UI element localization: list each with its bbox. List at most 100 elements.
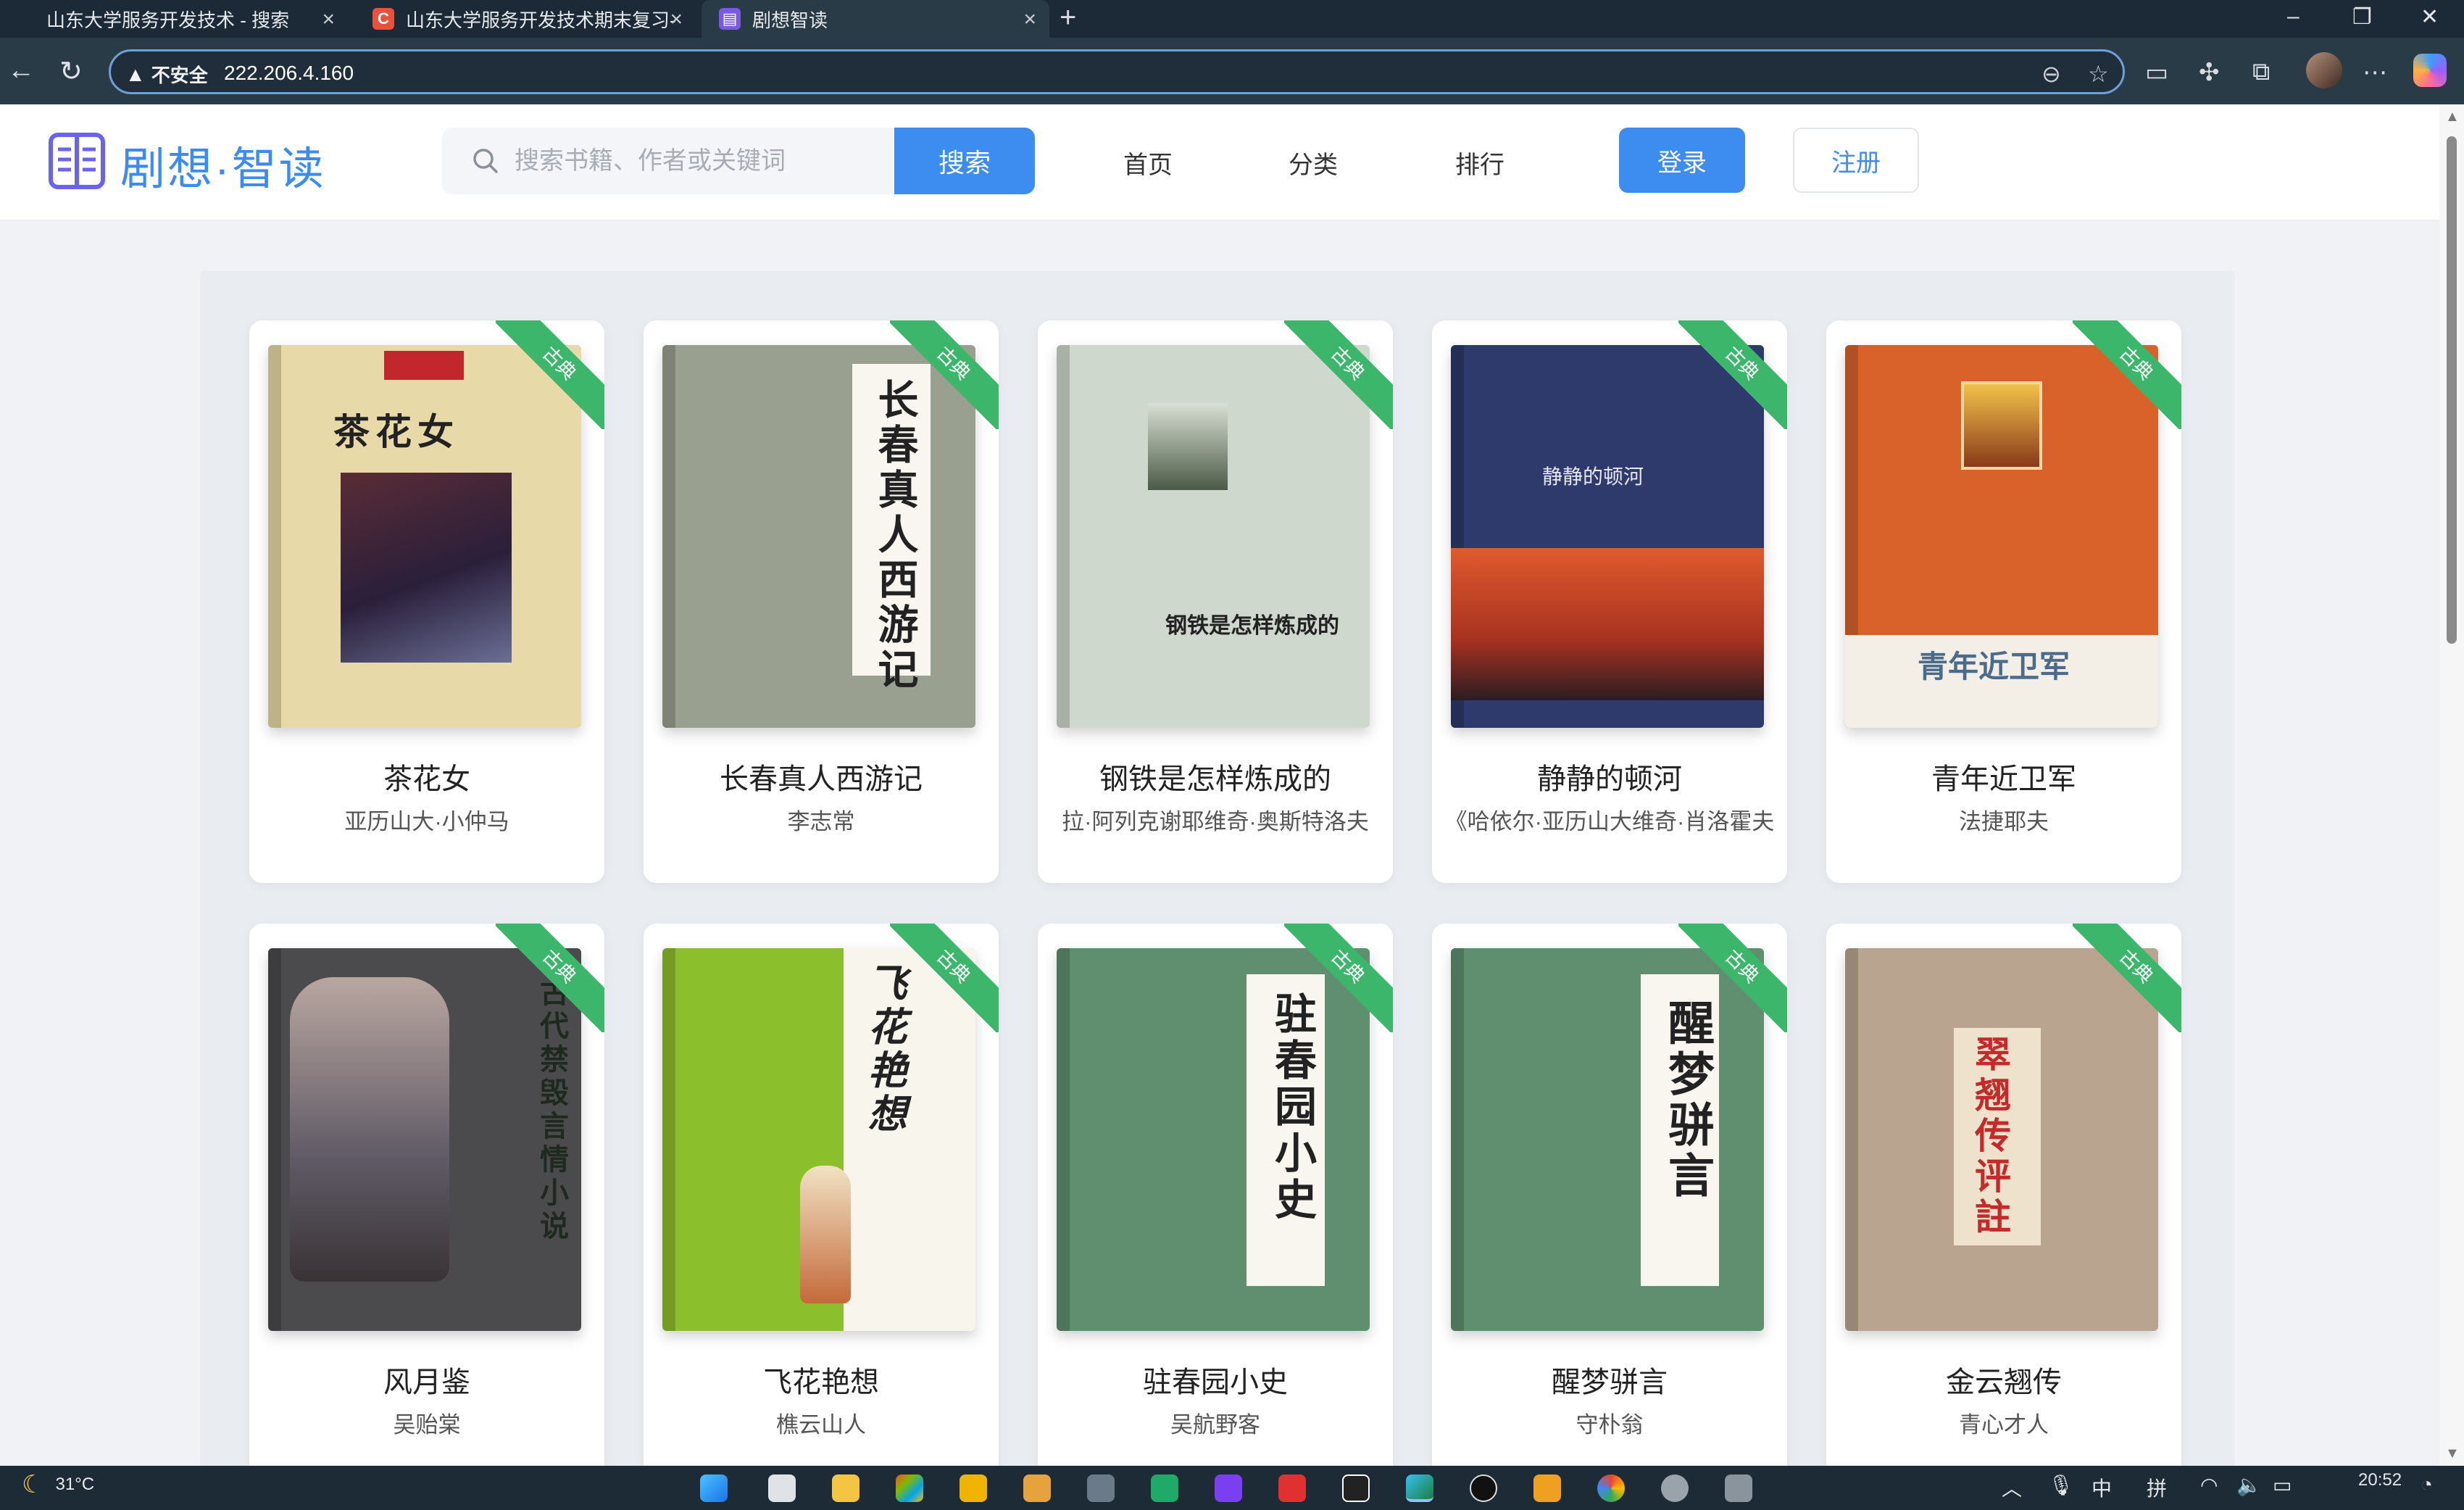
scroll-down-icon[interactable]: ▼ <box>2445 1445 2460 1462</box>
edge-icon[interactable] <box>1406 1474 1433 1502</box>
collections-icon[interactable]: ⧉ <box>2252 58 2270 86</box>
taskbar-app-icon[interactable] <box>1661 1474 1689 1502</box>
book-card[interactable]: 长春真人西游记 古典 长春真人西游记 李志常 <box>644 320 999 883</box>
start-menu-icon[interactable] <box>700 1474 728 1502</box>
book-author: 《哈依尔·亚历山大维奇·肖洛霍夫 <box>1444 809 1775 834</box>
book-author: 李志常 <box>787 809 855 834</box>
cover-figure-image <box>290 977 449 1282</box>
refresh-icon[interactable]: ↻ <box>59 55 83 88</box>
zoom-icon[interactable]: ⊖ <box>2041 60 2061 88</box>
close-icon[interactable]: × <box>1023 7 1036 32</box>
store-icon[interactable] <box>896 1474 923 1502</box>
book-title[interactable]: 青年近卫军 <box>1826 755 2181 797</box>
book-card[interactable]: 驻春园小史 古典 驻春园小史 吴航野客 <box>1038 924 1393 1466</box>
close-window-icon[interactable]: ✕ <box>2421 4 2439 30</box>
book-card[interactable]: 醒梦骈言 古典 醒梦骈言 守朴翁 <box>1432 924 1787 1466</box>
login-button[interactable]: 登录 <box>1619 128 1745 193</box>
browser-tab-title: 山东大学服务开发技术期末复习- <box>406 9 676 31</box>
book-card[interactable]: 茶花女 古典 茶花女 亚历山大·小仲马 <box>249 320 604 883</box>
book-title[interactable]: 飞花艳想 <box>644 1358 999 1401</box>
book-card[interactable]: 飞花艳想 古典 飞花艳想 樵云山人 <box>644 924 999 1466</box>
intellij-icon[interactable] <box>1215 1474 1242 1502</box>
scrollbar-thumb[interactable] <box>2447 136 2457 644</box>
book-title[interactable]: 风月鉴 <box>249 1358 604 1401</box>
ime-pinyin-indicator[interactable]: 拼 <box>2147 1473 2167 1502</box>
chrome-icon[interactable] <box>1597 1474 1625 1502</box>
reading-view-icon[interactable]: ▭ <box>2145 58 2168 87</box>
site-logo-text[interactable]: 剧想·智读 <box>120 132 326 197</box>
system-clock[interactable]: 20:52 <box>2358 1470 2402 1490</box>
scroll-up-icon[interactable]: ▲ <box>2445 109 2460 125</box>
microphone-icon[interactable]: 🎙 <box>2048 1473 2074 1497</box>
cover-illustration-image <box>1148 403 1228 490</box>
browser-tab-active[interactable]: ▤ 剧想智读 × <box>702 0 1049 38</box>
extensions-icon[interactable]: ✣ <box>2199 58 2220 87</box>
register-button[interactable]: 注册 <box>1793 128 1919 193</box>
cover-label-bar <box>384 351 464 380</box>
taskbar-app-icon[interactable] <box>1087 1474 1115 1502</box>
book-card[interactable]: 古代禁毁言情小说 古典 风月鉴 吴贻棠 <box>249 924 604 1466</box>
favorite-star-icon[interactable]: ☆ <box>2088 60 2109 88</box>
os-taskbar: ☾ 31°C ︿ 🎙 中 拼 ◠ 🔈 ▭ 20:52 ◔ <box>0 1466 2464 1510</box>
nav-categories[interactable]: 分类 <box>1289 145 1338 181</box>
browser-tab-title: 山东大学服务开发技术 - 搜索 <box>46 9 290 31</box>
book-card[interactable]: 静静的顿河 古典 静静的顿河 《哈依尔·亚历山大维奇·肖洛霍夫 <box>1432 320 1787 883</box>
volume-icon[interactable]: 🔈 <box>2236 1473 2262 1497</box>
book-title[interactable]: 长春真人西游记 <box>644 755 999 797</box>
search-input[interactable] <box>515 141 877 181</box>
task-view-icon[interactable] <box>768 1474 796 1502</box>
cover-title-text: 茶花女 <box>333 412 459 452</box>
csdn-icon: C <box>372 8 394 30</box>
file-explorer-icon[interactable] <box>832 1474 860 1502</box>
notification-icon[interactable]: ◔ <box>2421 1473 2433 1496</box>
profile-avatar[interactable] <box>2306 52 2342 88</box>
page-scrollbar[interactable]: ▲ ▼ <box>2439 104 2464 1466</box>
search-icon <box>473 149 498 173</box>
tray-overflow-icon[interactable]: ︿ <box>2002 1473 2022 1502</box>
security-indicator[interactable]: ▲ 不安全 <box>125 61 208 88</box>
weather-widget[interactable]: ☾ 31°C <box>22 1470 94 1499</box>
book-grid-panel: 茶花女 古典 茶花女 亚历山大·小仲马 长春真人西游记 古典 长春真人西游记 李… <box>200 271 2235 1466</box>
cover-portrait-image <box>341 473 512 663</box>
minimize-icon[interactable]: – <box>2287 4 2299 29</box>
book-title[interactable]: 钢铁是怎样炼成的 <box>1038 755 1393 797</box>
search-button[interactable]: 搜索 <box>894 128 1035 194</box>
book-card[interactable]: 钢铁是怎样炼成的 古典 钢铁是怎样炼成的 拉·阿列克谢耶维奇·奥斯特洛夫 <box>1038 320 1393 883</box>
book-title[interactable]: 茶花女 <box>249 755 604 797</box>
more-menu-icon[interactable]: ⋯ <box>2363 58 2387 87</box>
nav-home[interactable]: 首页 <box>1123 145 1173 181</box>
category-ribbon: 古典 <box>1678 924 1787 1032</box>
browser-tab-review[interactable]: C 山东大学服务开发技术期末复习- × <box>355 0 696 38</box>
book-title[interactable]: 静静的顿河 <box>1432 755 1787 797</box>
restore-icon[interactable]: ❐ <box>2352 4 2372 30</box>
book-title[interactable]: 金云翘传 <box>1826 1358 2181 1401</box>
qq-icon[interactable] <box>1342 1474 1370 1502</box>
copilot-icon[interactable] <box>2413 54 2447 87</box>
category-ribbon: 古典 <box>1284 320 1393 429</box>
github-icon[interactable] <box>1470 1474 1497 1502</box>
close-icon[interactable]: × <box>670 7 683 32</box>
taskbar-app-icon[interactable] <box>1023 1474 1051 1502</box>
cover-title-text: 钢铁是怎样炼成的 <box>1165 614 1339 638</box>
book-card[interactable]: 青年近卫军 古典 青年近卫军 法捷耶夫 <box>1826 320 2181 883</box>
taskbar-app-icon[interactable] <box>1533 1474 1561 1502</box>
security-label: 不安全 <box>151 65 208 86</box>
category-ribbon: 古典 <box>1678 320 1787 429</box>
battery-icon[interactable]: ▭ <box>2273 1473 2292 1497</box>
url-field[interactable]: ▲ 不安全 222.206.4.160 ⊖ ☆ <box>109 49 2125 94</box>
wifi-icon[interactable]: ◠ <box>2200 1473 2218 1497</box>
clion-icon[interactable] <box>1151 1474 1178 1502</box>
book-title[interactable]: 醒梦骈言 <box>1432 1358 1787 1401</box>
back-icon[interactable]: ← <box>7 55 35 86</box>
new-tab-icon[interactable]: + <box>1060 1 1076 34</box>
nav-ranking[interactable]: 排行 <box>1455 145 1504 181</box>
ime-mode-indicator[interactable]: 中 <box>2092 1473 2112 1502</box>
taskbar-app-icon[interactable] <box>960 1474 987 1502</box>
book-card[interactable]: 翠翘传评註 古典 金云翘传 青心才人 <box>1826 924 2181 1466</box>
close-icon[interactable]: × <box>322 7 335 32</box>
taskbar-app-icon[interactable] <box>1725 1474 1752 1502</box>
netease-music-icon[interactable] <box>1278 1474 1306 1502</box>
book-title[interactable]: 驻春园小史 <box>1038 1358 1393 1401</box>
category-ribbon: 古典 <box>890 924 999 1032</box>
browser-tab-search[interactable]: 山东大学服务开发技术 - 搜索 × <box>29 0 348 38</box>
